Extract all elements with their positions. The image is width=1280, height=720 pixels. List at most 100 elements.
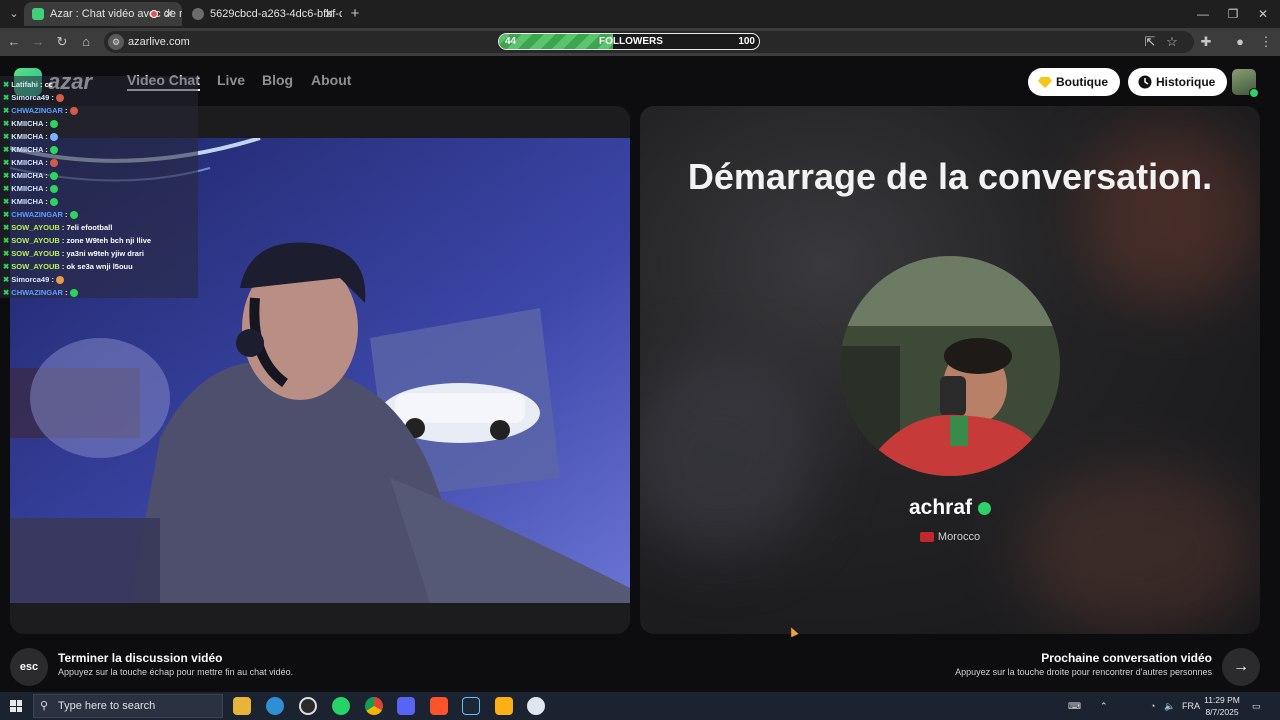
whatsapp-icon[interactable] [332, 697, 350, 715]
file-explorer-icon[interactable] [233, 697, 251, 715]
nav-live[interactable]: Live [217, 72, 245, 88]
chat-username: KMIICHA [11, 171, 44, 180]
connecting-title: Démarrage de la conversation. [687, 156, 1213, 197]
nav-blog[interactable]: Blog [262, 72, 293, 88]
brave-icon[interactable] [430, 697, 448, 715]
chat-separator: : [62, 106, 70, 115]
chat-emote-icon [69, 289, 78, 298]
tab-search-chevron-icon[interactable]: ⌄ [6, 6, 22, 22]
minimize-window-icon[interactable]: — [1188, 4, 1218, 24]
partner-profile-photo [840, 256, 1060, 476]
chat-username: KMIICHA [11, 158, 44, 167]
forward-arrow-icon[interactable]: → [28, 32, 48, 52]
historique-button[interactable]: Historique [1128, 68, 1228, 96]
blurred-background [640, 356, 820, 556]
new-tab-plus-icon[interactable]: + [346, 5, 364, 23]
close-window-icon[interactable]: ✕ [1248, 4, 1278, 24]
chat-username: KMIICHA [11, 197, 44, 206]
chat-message-text: zone W9teh bch nji llive [66, 236, 152, 245]
chat-separator: : [43, 158, 50, 167]
chat-emote-icon [49, 133, 58, 142]
chat-badge-icon: ✖ [3, 236, 10, 245]
chat-emote-icon [49, 120, 58, 129]
tab-title: Azar : Chat vidéo avec de n [50, 8, 182, 20]
chat-message-row: ✖ KMIICHA : [3, 169, 58, 182]
rockstar-icon[interactable] [495, 697, 513, 715]
chat-username: KMIICHA [11, 132, 44, 141]
chat-separator: : [43, 132, 50, 141]
search-icon: ⚲ [40, 700, 49, 712]
chat-emote-icon [49, 146, 58, 155]
next-chat-subtitle: Appuyez sur la touche droite pour rencon… [955, 667, 1212, 677]
chat-emote-icon [49, 185, 58, 194]
close-tab-icon[interactable]: ✕ [164, 2, 174, 26]
chat-username: Simorca49 [11, 93, 50, 102]
edge-icon[interactable] [266, 697, 284, 715]
chat-emote-icon [55, 276, 64, 285]
cast-icon[interactable]: ⇱ [1140, 32, 1160, 52]
taskbar-clock[interactable]: 11:29 PM 8/7/2025 [1200, 694, 1244, 718]
show-hidden-icons-icon[interactable]: ⌃ [1100, 692, 1108, 720]
discord-icon[interactable] [397, 697, 415, 715]
reload-icon[interactable]: ↻ [52, 32, 72, 52]
restore-window-icon[interactable]: ❐ [1218, 4, 1248, 24]
clock-date: 8/7/2025 [1205, 707, 1239, 717]
chat-badge-icon: ✖ [3, 184, 10, 193]
home-icon[interactable]: ⌂ [76, 32, 96, 52]
chat-badge-icon: ✖ [3, 106, 10, 115]
chat-separator: : [62, 288, 70, 297]
back-arrow-icon[interactable]: ← [4, 32, 24, 52]
chat-message-row: ✖ SOW_AYOUB : zone W9teh bch nji llive [3, 234, 151, 247]
extensions-puzzle-icon[interactable]: ✚ [1196, 32, 1216, 52]
chat-username: SOW_AYOUB [11, 223, 60, 232]
chat-message-row: ✖ SOW_AYOUB : 7eli efootball [3, 221, 112, 234]
chat-badge-icon: ✖ [3, 249, 10, 258]
chat-message-row: ✖ Simorca49 : [3, 273, 64, 286]
windows-taskbar: ⚲ Type here to search ⌨ ⌃ ◔ 🔈 FRA 11:29 … [0, 692, 1280, 720]
diamond-icon [1038, 77, 1052, 88]
chat-message-row: ✖ KMIICHA : [3, 195, 58, 208]
notifications-icon[interactable]: ▭ [1252, 692, 1261, 720]
user-avatar[interactable] [1232, 69, 1259, 98]
taskbar-search[interactable]: ⚲ Type here to search [33, 694, 223, 718]
chrome-icon[interactable] [365, 697, 383, 715]
bookmark-star-icon[interactable]: ☆ [1162, 32, 1182, 52]
end-chat-esc-button[interactable]: esc [10, 648, 48, 686]
partner-video-panel: Démarrage de la conversation. achraf Mor… [640, 106, 1260, 634]
next-chat-arrow-button[interactable]: → [1222, 648, 1260, 686]
network-icon[interactable]: ◔ [1150, 692, 1155, 720]
app-icon[interactable] [527, 697, 545, 715]
chat-username: SOW_AYOUB [11, 262, 60, 271]
followers-progress-fill [499, 34, 614, 49]
chat-badge-icon: ✖ [3, 288, 10, 297]
close-tab-icon[interactable]: ✕ [324, 2, 334, 26]
taskbar-search-placeholder: Type here to search [58, 700, 156, 712]
url-text: azarlive.com [128, 36, 190, 48]
clock-time: 11:29 PM [1204, 695, 1240, 705]
chat-username: KMIICHA [11, 145, 44, 154]
chat-badge-icon: ✖ [3, 262, 10, 271]
chat-message-row: ✖ KMIICHA : [3, 143, 58, 156]
profile-icon[interactable]: ● [1230, 32, 1250, 52]
menu-dots-icon[interactable]: ⋮ [1256, 32, 1276, 52]
site-info-icon[interactable]: ⚙ [108, 34, 124, 50]
chat-message-row: ✖ Latifahi : cc [3, 78, 53, 91]
browser-tab-azar[interactable]: Azar : Chat vidéo avec de n ✕ [24, 2, 182, 26]
browser-tab-second[interactable]: 5629cbcd-a263-4dc6-bfbf-c65 ✕ [184, 2, 342, 26]
nav-about[interactable]: About [311, 72, 351, 88]
partner-country: Morocco [640, 531, 1260, 543]
chat-message-text: ok se3a wnji l5ouu [66, 262, 133, 271]
chat-badge-icon: ✖ [3, 93, 10, 102]
volume-icon[interactable]: 🔈 [1164, 692, 1175, 720]
chat-message-row: ✖ CHWAZINGAR : [3, 208, 78, 221]
chat-badge-icon: ✖ [3, 132, 10, 141]
obs-icon[interactable] [299, 697, 317, 715]
steam-icon[interactable] [462, 697, 480, 715]
boutique-button[interactable]: Boutique [1028, 68, 1120, 96]
chat-username: SOW_AYOUB [11, 236, 60, 245]
language-indicator[interactable]: FRA [1182, 692, 1200, 720]
keyboard-icon[interactable]: ⌨ [1068, 692, 1081, 720]
chat-message-row: ✖ SOW_AYOUB : ya3ni w9teh yjiw drari [3, 247, 144, 260]
boutique-label: Boutique [1056, 75, 1108, 89]
windows-start-icon[interactable] [10, 700, 22, 712]
